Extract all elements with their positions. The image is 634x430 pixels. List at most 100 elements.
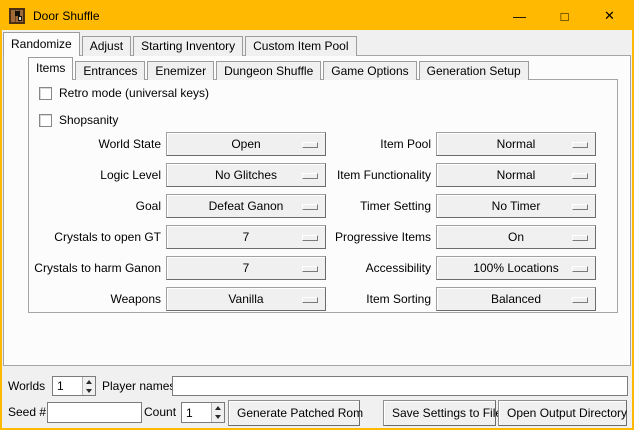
tab-generation-setup[interactable]: Generation Setup	[419, 61, 529, 80]
tab-randomize[interactable]: Randomize	[3, 32, 80, 56]
shopsanity-row: Shopsanity	[39, 113, 118, 127]
crystals-gt-value: 7	[243, 230, 250, 244]
save-settings-button[interactable]: Save Settings to File	[383, 400, 496, 426]
dropdown-indicator-icon	[302, 297, 318, 303]
world-state-dropdown[interactable]: Open	[166, 132, 326, 156]
retro-mode-checkbox[interactable]	[39, 87, 52, 100]
crystals-gt-label: Crystals to open GT	[31, 225, 161, 249]
crystals-ganon-dropdown[interactable]: 7	[166, 256, 326, 280]
player-names-label: Player names	[102, 376, 175, 396]
primary-tabstrip: Randomize Adjust Starting Inventory Cust…	[3, 32, 359, 56]
timer-setting-value: No Timer	[492, 199, 541, 213]
arrow-up-icon	[215, 406, 221, 410]
count-spinner-down[interactable]	[212, 413, 224, 423]
item-sorting-value: Balanced	[491, 292, 541, 306]
item-pool-value: Normal	[497, 137, 536, 151]
goal-label: Goal	[31, 194, 161, 218]
accessibility-label: Accessibility	[321, 256, 431, 280]
window-title: Door Shuffle	[33, 9, 100, 23]
worlds-input[interactable]	[53, 377, 82, 395]
tab-game-options[interactable]: Game Options	[323, 61, 416, 80]
dropdown-indicator-icon	[302, 204, 318, 210]
door-icon	[9, 8, 25, 24]
crystals-ganon-label: Crystals to harm Ganon	[31, 256, 161, 280]
item-functionality-value: Normal	[497, 168, 536, 182]
world-state-label: World State	[31, 132, 161, 156]
door-icon-lock	[18, 16, 22, 21]
dropdown-indicator-icon	[572, 297, 588, 303]
dropdown-indicator-icon	[572, 235, 588, 241]
tab-enemizer[interactable]: Enemizer	[147, 61, 214, 80]
maximize-button[interactable]: □	[542, 2, 587, 30]
items-pane: Retro mode (universal keys) Shopsanity W…	[28, 79, 618, 313]
timer-setting-label: Timer Setting	[321, 194, 431, 218]
open-output-directory-button[interactable]: Open Output Directory	[498, 400, 627, 426]
item-sorting-dropdown[interactable]: Balanced	[436, 287, 596, 311]
door-shuffle-window: Door Shuffle — □ ✕ Randomize Adjust Star…	[0, 0, 634, 430]
logic-level-dropdown[interactable]: No Glitches	[166, 163, 326, 187]
shopsanity-checkbox[interactable]	[39, 114, 52, 127]
accessibility-value: 100% Locations	[473, 261, 558, 275]
timer-setting-dropdown[interactable]: No Timer	[436, 194, 596, 218]
item-functionality-dropdown[interactable]: Normal	[436, 163, 596, 187]
dropdown-indicator-icon	[572, 266, 588, 272]
dropdown-indicator-icon	[572, 173, 588, 179]
tab-custom-item-pool[interactable]: Custom Item Pool	[245, 36, 356, 56]
progressive-items-dropdown[interactable]: On	[436, 225, 596, 249]
tab-items[interactable]: Items	[28, 57, 73, 80]
worlds-spinner-up[interactable]	[83, 377, 95, 386]
item-pool-dropdown[interactable]: Normal	[436, 132, 596, 156]
logic-level-label: Logic Level	[31, 163, 161, 187]
secondary-tabstrip: Items Entrances Enemizer Dungeon Shuffle…	[28, 57, 531, 80]
dropdown-indicator-icon	[302, 173, 318, 179]
retro-mode-label: Retro mode (universal keys)	[59, 86, 209, 100]
titlebar: Door Shuffle — □ ✕	[2, 2, 632, 30]
minimize-button[interactable]: —	[497, 2, 542, 30]
retro-mode-row: Retro mode (universal keys)	[39, 86, 209, 100]
item-pool-label: Item Pool	[321, 132, 431, 156]
logic-level-value: No Glitches	[215, 168, 277, 182]
player-names-input[interactable]	[172, 376, 628, 396]
window-controls: — □ ✕	[497, 2, 632, 30]
worlds-spinner-down[interactable]	[83, 386, 95, 395]
accessibility-dropdown[interactable]: 100% Locations	[436, 256, 596, 280]
maximize-icon: □	[561, 9, 569, 24]
tab-starting-inventory[interactable]: Starting Inventory	[133, 36, 243, 56]
count-spinner-up[interactable]	[212, 403, 224, 413]
dropdown-indicator-icon	[302, 266, 318, 272]
item-sorting-label: Item Sorting	[321, 287, 431, 311]
crystals-ganon-value: 7	[243, 261, 250, 275]
arrow-up-icon	[86, 380, 92, 384]
progressive-items-label: Progressive Items	[321, 225, 431, 249]
crystals-gt-dropdown[interactable]: 7	[166, 225, 326, 249]
goal-value: Defeat Ganon	[209, 199, 284, 213]
dropdown-indicator-icon	[302, 235, 318, 241]
weapons-dropdown[interactable]: Vanilla	[166, 287, 326, 311]
worlds-label: Worlds	[8, 376, 45, 396]
tab-adjust[interactable]: Adjust	[82, 36, 131, 56]
weapons-label: Weapons	[31, 287, 161, 311]
dropdown-indicator-icon	[572, 204, 588, 210]
count-spinner-arrows	[211, 403, 224, 422]
tab-dungeon-shuffle[interactable]: Dungeon Shuffle	[216, 61, 321, 80]
close-icon: ✕	[604, 8, 615, 24]
worlds-spinner[interactable]	[52, 376, 96, 396]
worlds-spinner-arrows	[82, 377, 95, 395]
tab-entrances[interactable]: Entrances	[75, 61, 145, 80]
close-button[interactable]: ✕	[587, 2, 632, 30]
count-spinner[interactable]	[181, 402, 225, 423]
world-state-value: Open	[231, 137, 260, 151]
arrow-down-icon	[86, 389, 92, 393]
seed-label: Seed #	[8, 402, 46, 422]
minimize-icon: —	[513, 9, 526, 24]
count-label: Count	[144, 402, 176, 422]
generate-patched-rom-button[interactable]: Generate Patched Rom	[228, 400, 360, 426]
dropdown-indicator-icon	[302, 142, 318, 148]
shopsanity-label: Shopsanity	[59, 113, 118, 127]
dropdown-indicator-icon	[572, 142, 588, 148]
weapons-value: Vanilla	[228, 292, 263, 306]
seed-input[interactable]	[47, 402, 142, 423]
arrow-down-icon	[215, 415, 221, 419]
count-input[interactable]	[182, 403, 211, 422]
goal-dropdown[interactable]: Defeat Ganon	[166, 194, 326, 218]
